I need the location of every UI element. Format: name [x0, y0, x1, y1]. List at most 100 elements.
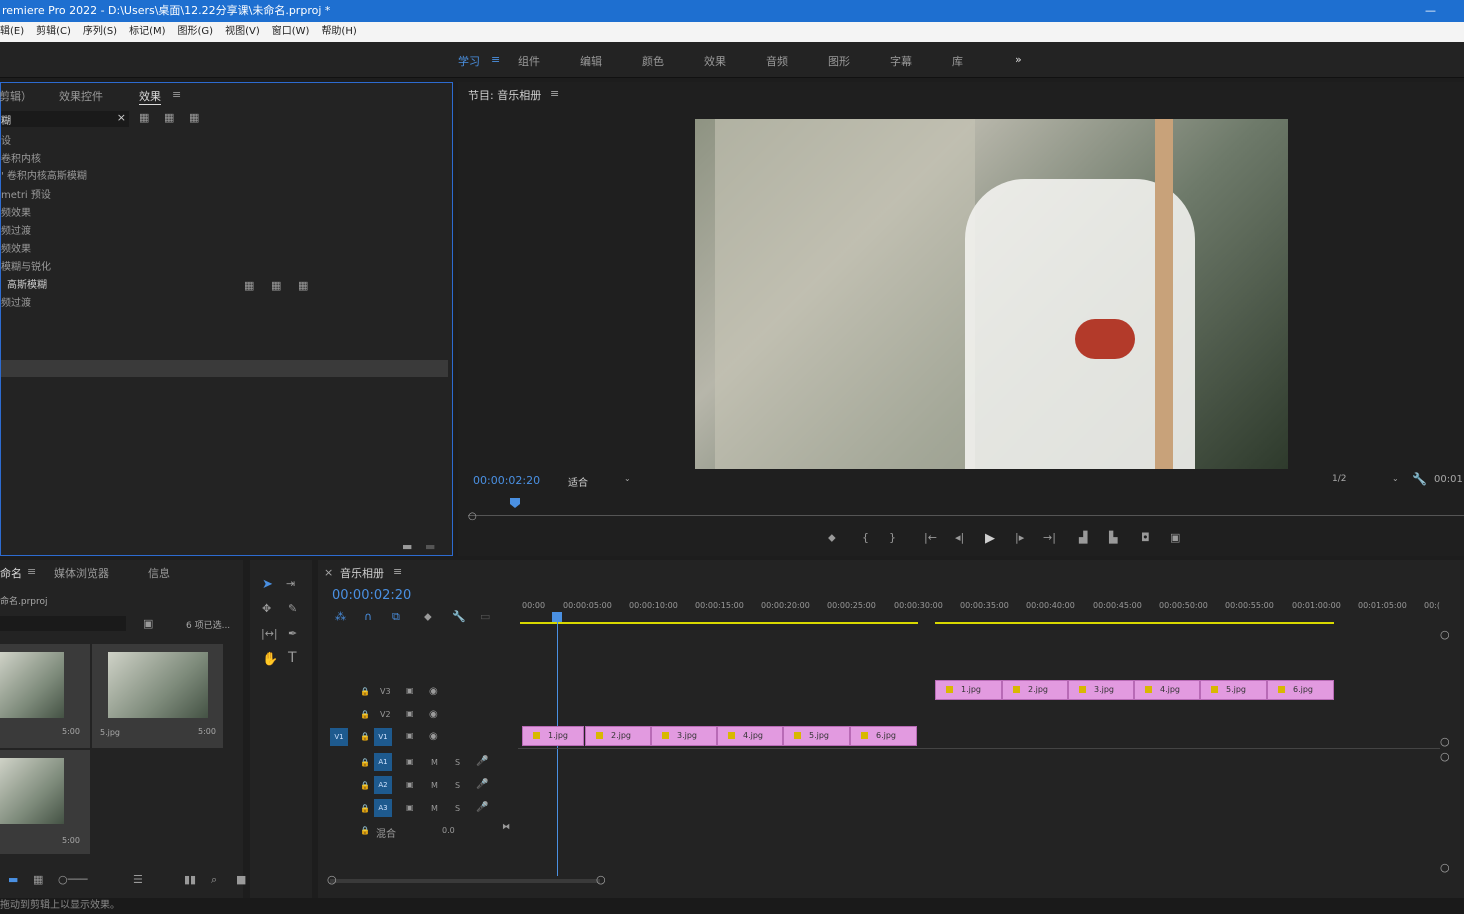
timeline-menu-icon[interactable]: ≡ — [393, 565, 402, 578]
track-label-a3[interactable]: A3 — [374, 799, 392, 817]
search-input[interactable]: 糊 × — [1, 111, 129, 127]
work-area-bar[interactable] — [520, 622, 918, 624]
solo-button[interactable]: S — [455, 804, 460, 813]
menu-edit[interactable]: 辑(E) — [0, 22, 24, 42]
eye-icon[interactable]: ◉ — [429, 686, 438, 697]
hand-tool-icon[interactable]: ✋ — [262, 652, 278, 667]
zoom-slider[interactable]: ○─── — [58, 873, 87, 886]
microphone-icon[interactable]: 🎤 — [476, 779, 488, 790]
clip-v1[interactable]: 6.jpg — [850, 726, 917, 746]
clip-v3[interactable]: 5.jpg — [1200, 680, 1267, 700]
tree-item-gaussian-blur[interactable]: 高斯模糊 — [7, 278, 47, 294]
mark-out-icon[interactable]: } — [889, 531, 896, 544]
eye-icon[interactable]: ◉ — [429, 731, 438, 742]
menu-graphics[interactable]: 图形(G) — [178, 22, 214, 42]
track-select-tool-icon[interactable]: ⇥ — [286, 577, 295, 590]
bin-icon[interactable]: ▣ — [143, 617, 153, 630]
clip-v1[interactable]: 3.jpg — [651, 726, 717, 746]
yuv-effects-icon[interactable]: ▦ — [189, 111, 199, 124]
clip-v3[interactable]: 2.jpg — [1002, 680, 1068, 700]
sync-lock-icon[interactable]: ▣ — [406, 731, 414, 740]
tree-item[interactable]: metri 预设 — [1, 188, 51, 204]
source-patch-v1[interactable]: V1 — [330, 728, 348, 746]
workspace-audio[interactable]: 音频 — [766, 53, 788, 69]
selection-tool-icon[interactable]: ➤ — [262, 577, 273, 592]
scroll-handle[interactable]: ○ — [1440, 628, 1450, 641]
sort-icon[interactable]: ☰ — [133, 873, 143, 886]
play-icon[interactable]: ▶ — [985, 531, 995, 546]
add-marker-icon[interactable]: ⬥ — [424, 610, 432, 624]
automate-icon[interactable]: ▮▮ — [184, 873, 196, 886]
workspace-effects[interactable]: 效果 — [704, 53, 726, 69]
project-search-input[interactable] — [0, 616, 126, 631]
clip-v1[interactable]: 2.jpg — [585, 726, 651, 746]
add-marker-icon[interactable]: ⬥ — [828, 531, 836, 545]
workspace-more[interactable]: » — [1015, 53, 1022, 66]
go-to-in-icon[interactable]: |← — [924, 531, 937, 544]
minimize-button[interactable]: — — [1425, 0, 1436, 22]
menu-help[interactable]: 帮助(H) — [321, 22, 356, 42]
clip-v1[interactable]: 4.jpg — [717, 726, 783, 746]
type-tool-icon[interactable]: T — [288, 650, 297, 666]
workspace-libraries[interactable]: 库 — [952, 53, 963, 69]
sync-lock-icon[interactable]: ▣ — [406, 686, 414, 695]
scroll-handle[interactable]: ○ — [1440, 861, 1450, 874]
lock-icon[interactable]: 🔒 — [360, 732, 370, 741]
tree-item[interactable]: 频过渡 — [1, 296, 31, 312]
scroll-handle[interactable]: ○ — [327, 873, 337, 886]
clip-v3[interactable]: 3.jpg — [1068, 680, 1134, 700]
new-bin-icon[interactable]: ▬ — [402, 540, 412, 553]
menu-view[interactable]: 视图(V) — [225, 22, 260, 42]
tree-item[interactable]: 设 — [1, 134, 11, 150]
thumbnail[interactable]: 5:00 — [0, 644, 90, 748]
camera-icon[interactable]: ◘ — [1141, 531, 1150, 544]
lock-icon[interactable]: 🔒 — [360, 781, 370, 790]
menu-markers[interactable]: 标记(M) — [129, 22, 165, 42]
clip-v3[interactable]: 1.jpg — [935, 680, 1002, 700]
icon-view-icon[interactable]: ▦ — [33, 873, 43, 886]
scroll-handle[interactable]: ○ — [596, 873, 606, 886]
step-forward-icon[interactable]: |▸ — [1015, 531, 1024, 544]
resolution-dropdown[interactable]: 1/2 — [1332, 474, 1346, 484]
zoom-handle[interactable]: ○ — [468, 511, 477, 522]
mix-value[interactable]: 0.0 — [442, 826, 455, 835]
workspace-captions[interactable]: 字幕 — [890, 53, 912, 69]
scroll-handle[interactable]: ○ — [1440, 750, 1450, 763]
timeline-settings-icon[interactable]: 🔧 — [452, 610, 466, 623]
track-label-v1[interactable]: V1 — [374, 728, 392, 746]
workspace-learn[interactable]: 学习 — [458, 53, 480, 69]
playhead-line[interactable] — [557, 622, 558, 876]
tree-item[interactable]: 卷积内核 — [1, 152, 41, 168]
32bit-effects-icon[interactable]: ▦ — [164, 111, 174, 124]
pen-tool-icon[interactable]: ✒ — [288, 627, 297, 640]
project-menu-icon[interactable]: ≡ — [27, 565, 36, 578]
thumbnail[interactable]: 5:00 — [0, 750, 90, 854]
microphone-icon[interactable]: 🎤 — [476, 802, 488, 813]
step-back-icon[interactable]: ◂| — [955, 531, 964, 544]
mute-button[interactable]: M — [431, 758, 438, 767]
chevron-down-icon[interactable]: ⌄ — [1392, 474, 1399, 483]
clip-v3[interactable]: 6.jpg — [1267, 680, 1334, 700]
horizontal-scrollbar[interactable] — [330, 879, 600, 883]
tab-clip[interactable]: 剪辑） — [0, 88, 32, 104]
clear-search-icon[interactable]: × — [117, 111, 126, 124]
microphone-icon[interactable]: 🎤 — [476, 756, 488, 767]
panel-menu-icon[interactable]: ≡ — [172, 88, 181, 101]
playhead-marker[interactable] — [510, 498, 520, 508]
nest-icon[interactable]: ⁂ — [335, 610, 346, 623]
linked-selection-icon[interactable]: ⧉ — [392, 610, 400, 624]
snap-icon[interactable]: ∩ — [364, 610, 372, 623]
lock-icon[interactable]: 🔒 — [360, 758, 370, 767]
workspace-menu-icon[interactable]: ≡ — [491, 53, 500, 66]
mute-button[interactable]: M — [431, 781, 438, 790]
thumbnail[interactable]: 5.jpg 5:00 — [92, 644, 223, 748]
lock-icon[interactable]: 🔒 — [360, 710, 370, 719]
go-to-end-icon[interactable]: ⧓ — [502, 822, 510, 831]
razor-tool-icon[interactable]: ✎ — [288, 602, 297, 615]
accelerated-effects-icon[interactable]: ▦ — [139, 111, 149, 124]
solo-button[interactable]: S — [455, 781, 460, 790]
sync-lock-icon[interactable]: ▣ — [406, 757, 414, 766]
sync-lock-icon[interactable]: ▣ — [406, 709, 414, 718]
tab-project[interactable]: 命名 — [0, 565, 22, 581]
workspace-editing[interactable]: 编辑 — [580, 53, 602, 69]
